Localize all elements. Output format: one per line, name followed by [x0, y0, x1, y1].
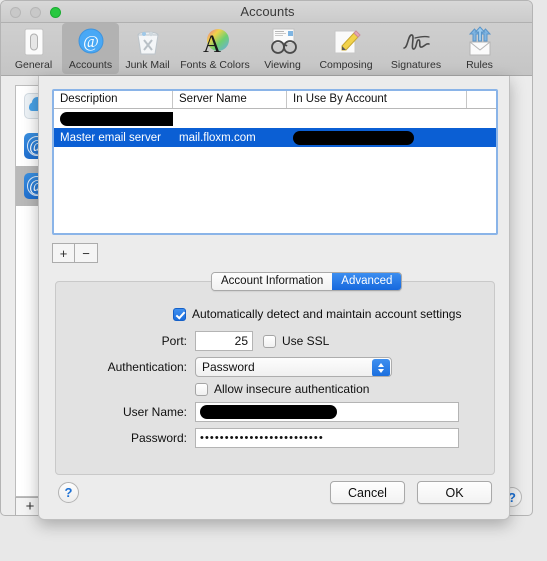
settings-tab-bar: Account Information Advanced [211, 272, 403, 291]
toolbar-item-general[interactable]: General [5, 23, 62, 74]
signature-icon [400, 26, 432, 58]
toolbar-item-junk-mail[interactable]: Junk Mail [119, 23, 176, 74]
toolbar-item-rules[interactable]: Rules [451, 23, 508, 74]
fonts-colors-icon: A [199, 26, 231, 58]
rules-envelope-icon [464, 26, 496, 58]
cell-description [54, 111, 173, 126]
add-server-button[interactable]: + [52, 243, 75, 263]
auto-detect-label: Automatically detect and maintain accoun… [192, 307, 462, 321]
screen: Accounts General @ Accounts Junk Mail A … [0, 0, 547, 561]
toolbar-item-accounts[interactable]: @ Accounts [62, 23, 119, 74]
toolbar-item-signatures[interactable]: Signatures [381, 23, 451, 74]
column-header-in-use-by-account[interactable]: In Use By Account [287, 91, 467, 108]
cell-description: Master email server [60, 131, 161, 144]
toolbar-label: Fonts & Colors [180, 59, 250, 71]
user-name-row: User Name: [81, 402, 459, 422]
user-name-label: User Name: [122, 405, 187, 419]
cell-in-use-by-account [287, 130, 467, 145]
redaction-bar [200, 405, 337, 419]
auto-detect-checkbox[interactable] [173, 307, 186, 321]
column-header-spacer [467, 91, 496, 108]
port-input[interactable]: 25 [195, 331, 253, 351]
port-label: Port: [161, 334, 187, 348]
use-ssl-label: Use SSL [282, 334, 330, 348]
allow-insecure-checkbox[interactable] [195, 382, 208, 396]
svg-text:A: A [203, 31, 221, 58]
allow-insecure-row: Allow insecure authentication [195, 382, 369, 396]
authentication-value: Password [202, 360, 255, 374]
port-row: Port: 25 Use SSL [143, 331, 329, 351]
redaction-bar [293, 130, 414, 145]
password-label: Password: [130, 431, 187, 445]
column-header-description[interactable]: Description [54, 91, 173, 108]
cell-server-name: mail.floxm.com [179, 131, 256, 144]
toolbar-label: Junk Mail [125, 59, 170, 71]
user-name-input[interactable] [195, 402, 459, 422]
server-table[interactable]: Description Server Name In Use By Accoun… [52, 89, 498, 235]
auto-detect-row: Automatically detect and maintain accoun… [173, 307, 461, 321]
accounts-at-icon: @ [75, 26, 107, 58]
password-input[interactable]: ••••••••••••••••••••••••• [195, 428, 459, 448]
redaction-bar [60, 111, 173, 126]
toolbar-label: Accounts [68, 59, 113, 71]
remove-server-button[interactable]: − [75, 243, 98, 263]
general-icon [18, 26, 50, 58]
tab-advanced[interactable]: Advanced [332, 273, 402, 290]
toolbar-item-composing[interactable]: Composing [311, 23, 381, 74]
authentication-popup-button[interactable]: Password [195, 357, 392, 377]
table-row[interactable]: Master email server mail.floxm.com [54, 128, 496, 147]
toolbar-label: Rules [466, 59, 493, 71]
toolbar-item-viewing[interactable]: Viewing [254, 23, 311, 74]
preferences-toolbar: General @ Accounts Junk Mail A Fonts & C… [1, 23, 532, 76]
cancel-button[interactable]: Cancel [330, 481, 405, 504]
toolbar-label: Signatures [390, 59, 442, 71]
password-row: Password: ••••••••••••••••••••••••• [81, 428, 459, 448]
chevron-updown-icon [372, 359, 390, 376]
viewing-glasses-icon [267, 26, 299, 58]
junk-mail-trash-icon [132, 26, 164, 58]
table-row[interactable] [54, 109, 496, 128]
sheet-help-button[interactable]: ? [58, 482, 79, 503]
ok-button[interactable]: OK [417, 481, 492, 504]
toolbar-label: Composing [319, 59, 373, 71]
server-settings-sheet: Description Server Name In Use By Accoun… [38, 76, 510, 520]
tab-account-information[interactable]: Account Information [212, 273, 333, 290]
window-titlebar: Accounts [1, 1, 532, 23]
toolbar-label: Viewing [264, 59, 301, 71]
allow-insecure-label: Allow insecure authentication [214, 382, 370, 396]
authentication-label: Authentication: [107, 360, 187, 374]
column-header-server-name[interactable]: Server Name [173, 91, 287, 108]
use-ssl-checkbox[interactable] [263, 334, 276, 348]
table-header-row: Description Server Name In Use By Accoun… [54, 91, 496, 109]
authentication-row: Authentication: Password [81, 357, 392, 377]
server-list-buttons: + − [52, 243, 98, 263]
svg-text:@: @ [83, 32, 99, 51]
toolbar-item-fonts-colors[interactable]: A Fonts & Colors [176, 23, 254, 74]
window-title: Accounts [240, 4, 295, 19]
toolbar-label: General [14, 59, 53, 71]
composing-pencil-icon [330, 26, 362, 58]
